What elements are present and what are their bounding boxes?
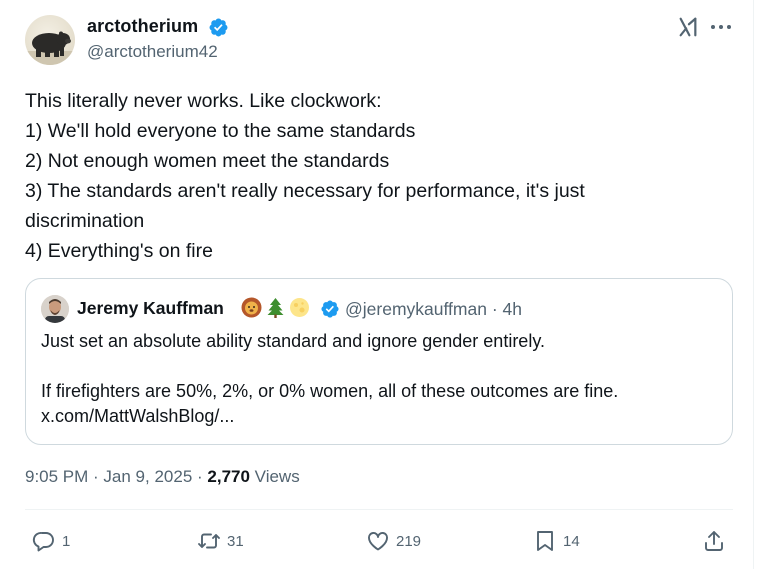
retweet-icon	[198, 533, 220, 549]
tweet-line: discrimination	[25, 210, 145, 232]
meta-separator: ·	[88, 467, 104, 486]
like-button[interactable]: 219	[366, 528, 421, 554]
verified-badge-icon	[321, 300, 339, 318]
action-divider	[25, 509, 733, 510]
quote-separator: ·	[491, 299, 498, 319]
quote-author-handle[interactable]: @jeremykauffman	[345, 299, 487, 319]
author-handle[interactable]: @arctotherium42	[87, 42, 218, 62]
lion-face-emoji	[241, 297, 262, 318]
person-image	[41, 295, 69, 323]
bookmark-count: 14	[563, 532, 580, 550]
tweet-line: This literally never works. Like clockwo…	[25, 90, 382, 112]
reply-count: 1	[62, 532, 71, 550]
meta-separator: ·	[192, 467, 208, 486]
quote-blank-line	[41, 355, 721, 379]
quote-line: Just set an absolute ability standard an…	[41, 331, 545, 351]
quote-name-emojis	[241, 297, 310, 319]
evergreen-tree-emoji	[265, 297, 286, 318]
full-moon-emoji	[289, 297, 310, 318]
quoted-tweet[interactable]: Jeremy Kauffman @jeremykauffman · 4h Jus…	[25, 278, 733, 445]
tweet-card: arctotherium @arctotherium42 This litera…	[0, 0, 762, 569]
tweet-line: 4) Everything's on fire	[25, 240, 213, 262]
retweet-button[interactable]: 31	[197, 528, 244, 554]
author-display-name[interactable]: arctotherium	[87, 16, 198, 37]
tweet-line: 2) Not enough women meet the standards	[25, 150, 390, 172]
quote-author-avatar[interactable]	[41, 295, 69, 323]
retweet-count: 31	[227, 532, 244, 550]
bookmark-icon	[537, 531, 553, 551]
views-count: 2,770	[207, 467, 250, 486]
tweet-meta: 9:05 PM · Jan 9, 2025 · 2,770 Views	[25, 467, 300, 487]
tweet-line: 1) We'll hold everyone to the same stand…	[25, 120, 416, 142]
bookmark-button[interactable]: 14	[533, 528, 580, 554]
quote-author-name[interactable]: Jeremy Kauffman	[77, 298, 224, 319]
reply-icon	[32, 532, 54, 552]
bear-image	[25, 31, 75, 65]
quote-meta: @jeremykauffman · 4h	[345, 299, 522, 320]
tweet-line: 3) The standards aren't really necessary…	[25, 180, 585, 202]
quote-link[interactable]: x.com/MattWalshBlog/...	[41, 404, 721, 430]
quote-line: If firefighters are 50%, 2%, or 0% women…	[41, 380, 619, 401]
reply-button[interactable]: 1	[32, 528, 70, 554]
tweet-time[interactable]: 9:05 PM	[25, 467, 88, 486]
tweet-date[interactable]: Jan 9, 2025	[103, 467, 192, 486]
author-avatar[interactable]	[25, 15, 75, 65]
share-button[interactable]	[702, 528, 726, 554]
views-label: Views	[249, 467, 300, 486]
verified-badge-icon	[209, 18, 228, 37]
quote-text: Just set an absolute ability standard an…	[41, 329, 721, 430]
like-count: 219	[396, 532, 422, 550]
tweet-text: This literally never works. Like clockwo…	[25, 86, 725, 266]
share-icon	[705, 531, 723, 551]
grok-icon[interactable]	[677, 16, 699, 38]
like-icon	[368, 532, 388, 551]
card-edge	[753, 0, 754, 569]
quote-time[interactable]: 4h	[503, 299, 522, 319]
more-icon[interactable]	[709, 17, 733, 37]
